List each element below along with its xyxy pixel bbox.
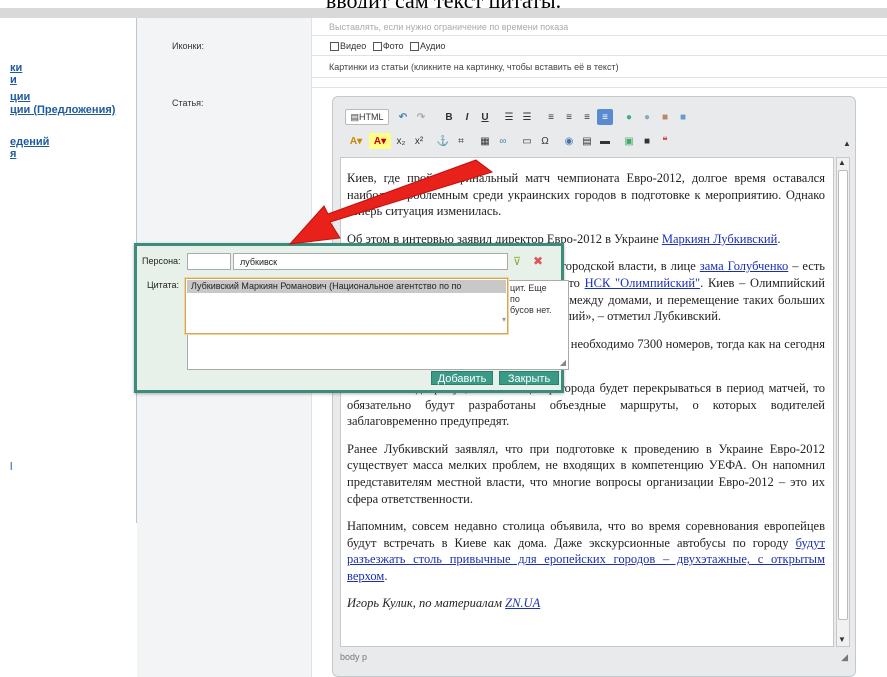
toolbar-row-1: ▤ HTML ↶ ↷ B I U ☰ ☰ ≡ ≡ ≡ ≡ ● ● ■ ■ xyxy=(345,107,691,127)
photo-checkbox[interactable]: Фото xyxy=(372,41,404,52)
nav-item-proposals[interactable]: ции (Предложения) xyxy=(10,104,115,116)
pictures-row: Картинки из статьи (кликните на картинку… xyxy=(137,56,887,78)
close-button[interactable]: Закрыть xyxy=(499,371,559,385)
element-path: body p xyxy=(340,652,368,662)
icons-label: Иконки: xyxy=(172,41,204,51)
nav-item-3[interactable]: ции xyxy=(10,91,30,103)
resize-handle-icon[interactable]: ◢ xyxy=(841,652,848,663)
paste-icon[interactable]: ■ xyxy=(657,109,673,125)
top-bar xyxy=(0,8,887,18)
persona-id-input[interactable] xyxy=(187,253,231,270)
bold-button[interactable]: B xyxy=(441,109,457,125)
toolbar-scroll-up-icon[interactable]: ▲ xyxy=(843,139,851,148)
behind-text-1: цит. Еще xyxy=(510,283,547,293)
article-label: Статья: xyxy=(172,98,204,108)
scroll-thumb[interactable] xyxy=(838,170,848,620)
time-hint: Выставлять, если нужно ограничение по вр… xyxy=(329,22,569,32)
behind-text-3: бусов нет. xyxy=(510,305,552,315)
align-left-icon[interactable]: ≡ xyxy=(543,109,559,125)
persona-search-input[interactable]: лубкивск xyxy=(233,253,508,270)
frame-icon[interactable]: ▭ xyxy=(519,133,535,149)
quote-label: Цитата: xyxy=(147,280,180,290)
subscript-icon[interactable]: x₂ xyxy=(393,133,409,149)
editor-content[interactable]: Киев, где пройдет финальный матч чемпион… xyxy=(340,157,834,647)
align-center-icon[interactable]: ≡ xyxy=(561,109,577,125)
link-lubkivsky[interactable]: Маркиян Лубкивский xyxy=(662,232,777,246)
video-checkbox[interactable]: Видео xyxy=(330,41,366,52)
persona-label: Персона: xyxy=(142,256,181,266)
behind-text-2: по xyxy=(510,294,520,304)
add-button[interactable]: Добавить xyxy=(431,371,493,385)
html-button[interactable]: ▤ HTML xyxy=(345,109,389,125)
image-icon[interactable]: ▣ xyxy=(621,133,637,149)
caption-text: вводит сам текст цитаты. xyxy=(0,0,887,8)
quote-icon[interactable]: ❝ xyxy=(657,133,673,149)
redo-icon[interactable]: ↷ xyxy=(413,109,429,125)
table-icon[interactable]: ▦ xyxy=(477,133,493,149)
suggestion-item[interactable]: Лубкивский Маркиян Романович (Национальн… xyxy=(187,280,506,293)
block-icon[interactable]: ■ xyxy=(639,133,655,149)
article-p8-text: Игорь Кулик, по материалам xyxy=(347,596,506,611)
audio-checkbox[interactable]: Аудио xyxy=(410,41,445,52)
media-icon[interactable]: ◉ xyxy=(561,133,577,149)
textarea-resize-icon[interactable]: ◢ xyxy=(560,358,566,367)
nav-item-5[interactable]: едений xyxy=(10,136,49,148)
anchor-icon[interactable]: ⚓ xyxy=(435,133,451,149)
icons-row: Иконки: Видео Фото Аудио xyxy=(137,36,887,56)
persona-pick-icon[interactable]: ⊽ xyxy=(513,255,521,268)
align-justify-icon[interactable]: ≡ xyxy=(597,109,613,125)
superscript-icon[interactable]: x² xyxy=(411,133,427,149)
article-p2-end: . xyxy=(777,231,781,246)
toolbar-row-2: A▾ A▾ x₂ x² ⚓ ⌗ ▦ ∞ ▭ Ω ◉ ▤ ▬ ▣ ■ ❝ xyxy=(345,131,673,151)
nav-item-1[interactable]: ки xyxy=(10,62,22,74)
pictures-hint: Картинки из статьи (кликните на картинку… xyxy=(329,62,619,72)
article-p6: Ранее Лубкивский заявлял, что при подгот… xyxy=(347,441,825,506)
replace-icon[interactable]: ● xyxy=(639,109,655,125)
left-nav: ки и ции ции (Предложения) едений я l xyxy=(0,18,137,523)
align-right-icon[interactable]: ≡ xyxy=(579,109,595,125)
quote-popup: Персона: лубкивск ⊽ ✖ Цитата: цит. Еще п… xyxy=(134,243,569,393)
undo-icon[interactable]: ↶ xyxy=(395,109,411,125)
text-color-icon[interactable]: A▾ xyxy=(345,133,367,149)
suggestion-scroll-icon[interactable]: ▾ xyxy=(502,315,506,324)
article-p7-end: . xyxy=(384,568,388,583)
italic-button[interactable]: I xyxy=(459,109,475,125)
special-icon[interactable]: ⌗ xyxy=(453,133,469,149)
rule-icon[interactable]: ▬ xyxy=(597,133,613,149)
editor-scrollbar[interactable]: ▲ ▼ xyxy=(836,157,850,647)
unordered-list-icon[interactable]: ☰ xyxy=(519,109,535,125)
hr-icon[interactable]: ▤ xyxy=(579,133,595,149)
find-icon[interactable]: ● xyxy=(621,109,637,125)
ordered-list-icon[interactable]: ☰ xyxy=(501,109,517,125)
nav-item-6[interactable]: я xyxy=(10,148,16,160)
link-golubchenko[interactable]: зама Голубченко xyxy=(700,259,788,273)
editor-statusbar: body p ◢ xyxy=(340,652,850,668)
scroll-up-icon[interactable]: ▲ xyxy=(838,158,846,167)
persona-clear-icon[interactable]: ✖ xyxy=(533,254,543,268)
omega-icon[interactable]: Ω xyxy=(537,133,553,149)
link-icon[interactable]: ∞ xyxy=(495,133,511,149)
bg-color-icon[interactable]: A▾ xyxy=(369,133,391,149)
article-p7-text: Напомним, совсем недавно столица объявил… xyxy=(347,519,825,550)
underline-button[interactable]: U xyxy=(477,109,493,125)
nav-item-7[interactable]: l xyxy=(10,461,12,473)
link-olimpiyskiy[interactable]: НСК "Олимпийский" xyxy=(585,276,701,290)
link-znua[interactable]: ZN.UA xyxy=(505,596,540,610)
nav-item-2[interactable]: и xyxy=(10,74,17,86)
scroll-down-icon[interactable]: ▼ xyxy=(838,635,846,644)
icon-options: Видео Фото Аудио xyxy=(330,41,449,52)
time-row: Выставлять, если нужно ограничение по вр… xyxy=(137,18,887,36)
paste-word-icon[interactable]: ■ xyxy=(675,109,691,125)
article-p1: Киев, где пройдет финальный матч чемпион… xyxy=(347,171,825,219)
suggestion-dropdown: Лубкивский Маркиян Романович (Национальн… xyxy=(185,278,508,334)
